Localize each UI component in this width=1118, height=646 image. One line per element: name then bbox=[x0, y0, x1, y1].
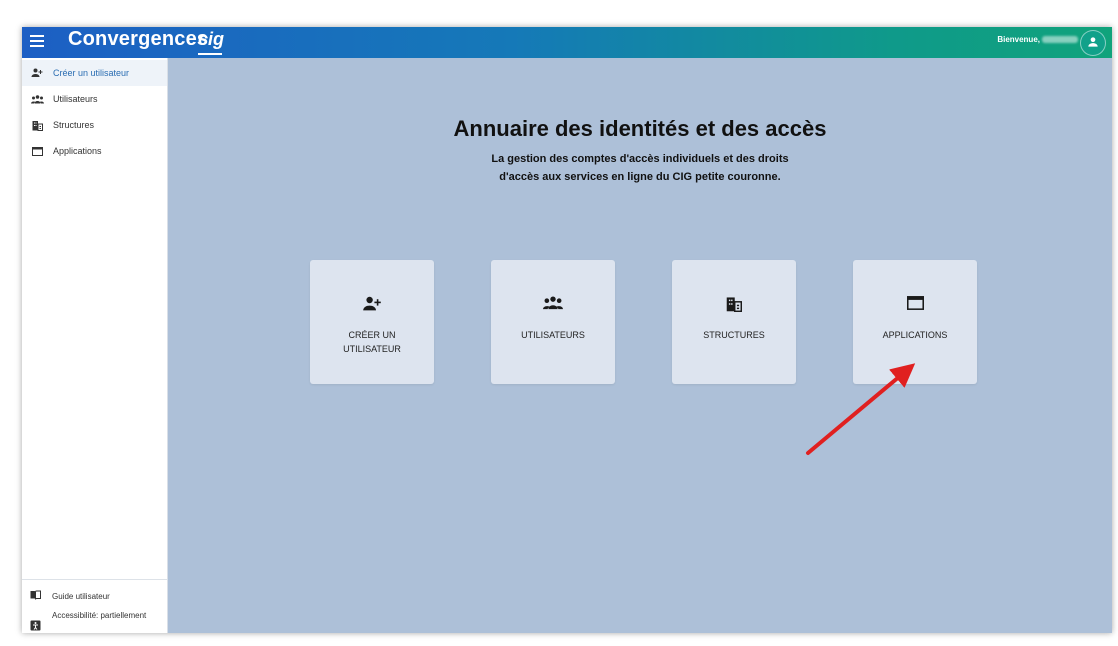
sidebar-item-label: Utilisateurs bbox=[53, 94, 98, 104]
app-window: Convergences cig Bienvenue, Créer un uti… bbox=[22, 27, 1112, 633]
accessibility-icon bbox=[30, 620, 42, 632]
people-icon bbox=[30, 92, 44, 106]
window-icon bbox=[30, 144, 44, 158]
card-applications[interactable]: APPLICATIONS bbox=[853, 260, 977, 384]
person-add-icon bbox=[30, 66, 44, 80]
sidebar-item-label: Guide utilisateur bbox=[52, 592, 110, 601]
book-icon bbox=[30, 590, 42, 602]
logo-underline bbox=[198, 53, 222, 55]
sidebar: Créer un utilisateur Utilisateurs Struct… bbox=[22, 58, 168, 633]
window-icon bbox=[853, 296, 977, 310]
sidebar-item-label: Créer un utilisateur bbox=[53, 68, 130, 78]
person-add-icon bbox=[310, 296, 434, 312]
card-utilisateurs[interactable]: UTILISATEURS bbox=[491, 260, 615, 384]
hamburger-menu-icon[interactable] bbox=[30, 35, 44, 49]
card-label: STRUCTURES bbox=[703, 330, 765, 340]
page-title: Annuaire des identités et des accès bbox=[453, 116, 827, 141]
building-icon bbox=[672, 296, 796, 312]
card-creer-utilisateur[interactable]: CRÉER UN UTILISATEUR bbox=[310, 260, 434, 384]
sidebar-item-utilisateurs[interactable]: Utilisateurs bbox=[22, 86, 167, 112]
building-icon bbox=[30, 118, 44, 132]
sidebar-item-applications[interactable]: Applications bbox=[22, 138, 167, 164]
sidebar-item-creer-utilisateur[interactable]: Créer un utilisateur bbox=[22, 60, 167, 86]
sidebar-item-structures[interactable]: Structures bbox=[22, 112, 167, 138]
card-label: CRÉER UN UTILISATEUR bbox=[343, 330, 401, 354]
welcome-text: Bienvenue, bbox=[997, 35, 1078, 44]
card-label: APPLICATIONS bbox=[882, 330, 948, 340]
sidebar-divider bbox=[22, 579, 167, 580]
account-button[interactable] bbox=[1080, 30, 1106, 56]
top-app-bar: Convergences cig Bienvenue, bbox=[22, 27, 1112, 58]
page-subtitle: La gestion des comptes d'accès individue… bbox=[491, 153, 789, 183]
cig-logo: cig bbox=[198, 29, 225, 49]
card-structures[interactable]: STRUCTURES bbox=[672, 260, 796, 384]
sidebar-item-label: Structures bbox=[53, 120, 95, 130]
welcome-label: Bienvenue, bbox=[997, 35, 1040, 44]
sidebar-item-label: Applications bbox=[53, 146, 102, 156]
main-content: Annuaire des identités et des accès La g… bbox=[168, 58, 1112, 633]
blurred-username bbox=[1042, 36, 1078, 44]
card-label: UTILISATEURS bbox=[521, 330, 585, 340]
sidebar-item-label: Accessibilité: partiellement bbox=[52, 611, 147, 620]
people-icon bbox=[491, 296, 615, 310]
app-title[interactable]: Convergences bbox=[68, 28, 208, 51]
account-icon bbox=[1088, 37, 1098, 47]
